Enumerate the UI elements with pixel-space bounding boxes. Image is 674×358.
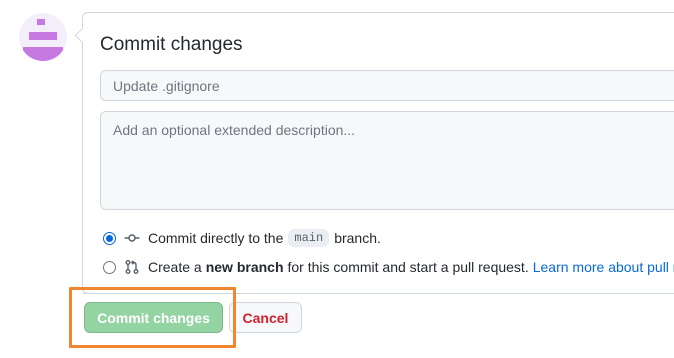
git-commit-icon <box>124 230 140 246</box>
option-commit-direct[interactable]: Commit directly to the main branch. <box>103 228 381 248</box>
cancel-button[interactable]: Cancel <box>229 302 302 333</box>
commit-title: Commit changes <box>100 34 243 55</box>
option-new-branch[interactable]: Create a new branch for this commit and … <box>103 257 674 277</box>
avatar-pixel <box>23 47 63 61</box>
avatar <box>19 13 67 61</box>
commit-description-input[interactable] <box>100 111 674 210</box>
branch-name-badge: main <box>288 229 330 247</box>
commit-changes-button[interactable]: Commit changes <box>84 302 223 333</box>
learn-more-link[interactable]: Learn more about pull r <box>533 259 674 275</box>
new-branch-radio[interactable] <box>103 260 116 274</box>
avatar-pixel <box>29 32 57 40</box>
commit-direct-radio[interactable] <box>103 231 116 245</box>
new-branch-text-before: Create a <box>148 259 202 275</box>
divider <box>83 293 674 294</box>
commit-direct-text: Commit directly to the <box>148 230 284 246</box>
new-branch-emphasis: new branch <box>205 259 284 275</box>
git-pull-request-icon <box>124 259 140 275</box>
commit-summary-input[interactable] <box>100 70 674 101</box>
avatar-pixel <box>37 19 45 25</box>
commit-direct-text-after: branch. <box>334 230 381 246</box>
new-branch-text-after: for this commit and start a pull request… <box>287 259 529 275</box>
